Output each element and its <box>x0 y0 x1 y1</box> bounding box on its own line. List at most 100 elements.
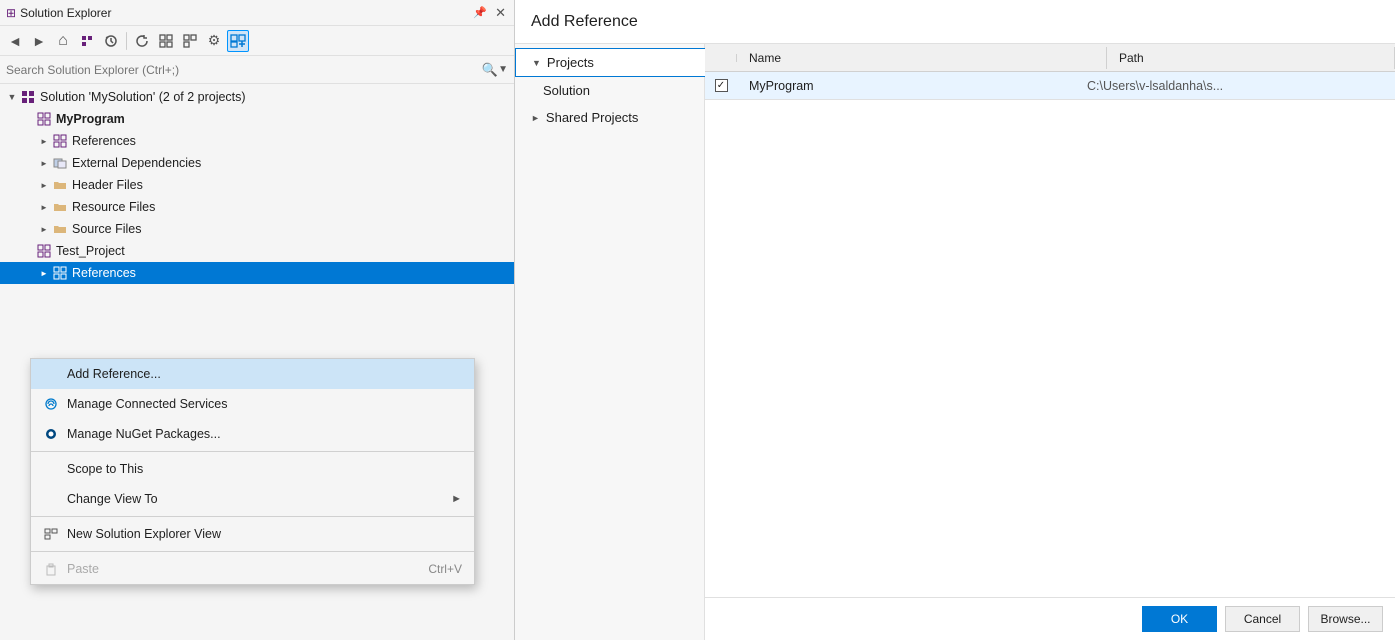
ar-table-header: Name Path <box>705 44 1395 72</box>
tree-item-references-1[interactable]: ► References <box>0 130 514 152</box>
ar-checkbox-myprogram[interactable]: ✓ <box>715 79 728 92</box>
ar-th-checkbox <box>705 54 737 62</box>
context-menu: Add Reference... Manage Connected Servic… <box>30 358 475 585</box>
search-input[interactable] <box>6 63 482 77</box>
ar-content: Name Path ✓ MyProgram C:\Users\v-lsaldan… <box>705 44 1395 640</box>
se-toolbar: ◄ ► ⌂ ⚙ <box>0 26 514 56</box>
search-dropdown-icon[interactable]: ▼ <box>498 64 508 75</box>
ar-table: Name Path ✓ MyProgram C:\Users\v-lsaldan… <box>705 44 1395 321</box>
ctx-change-view[interactable]: Change View To ► <box>31 484 474 514</box>
refresh-button[interactable] <box>131 30 153 52</box>
ok-button[interactable]: OK <box>1142 606 1217 632</box>
back-button[interactable]: ◄ <box>4 30 26 52</box>
testproject-label: Test_Project <box>56 244 125 258</box>
ctx-change-view-label: Change View To <box>67 492 443 506</box>
ctx-paste: Paste Ctrl+V <box>31 554 474 584</box>
vs-button[interactable] <box>76 30 98 52</box>
resource-folder-icon <box>52 199 68 215</box>
ctx-scope[interactable]: Scope to This <box>31 454 474 484</box>
solution-explorer-panel: ⊞ Solution Explorer 📌 ✕ ◄ ► ⌂ ⚙ <box>0 0 515 640</box>
ctx-add-reference[interactable]: Add Reference... <box>31 359 474 389</box>
ctx-separator-1 <box>31 451 474 452</box>
tree-item-resource-files[interactable]: ► Resource Files <box>0 196 514 218</box>
source-arrow: ► <box>36 225 52 234</box>
testproject-icon <box>36 243 52 259</box>
ar-table-row[interactable]: ✓ MyProgram C:\Users\v-lsaldanha\s... <box>705 72 1395 100</box>
ar-th-path[interactable]: Path <box>1107 47 1395 69</box>
myprogram-label: MyProgram <box>56 112 125 126</box>
solution-arrow: ▼ <box>4 92 20 102</box>
se-title-bar: ⊞ Solution Explorer 📌 ✕ <box>0 0 514 26</box>
tree-item-testproject[interactable]: Test_Project <box>0 240 514 262</box>
ar-td-checkbox[interactable]: ✓ <box>705 79 737 92</box>
history-button[interactable] <box>100 30 122 52</box>
ar-nav-projects-label: Projects <box>547 55 594 70</box>
add-reference-title: Add Reference <box>515 0 1395 44</box>
paste-icon <box>43 561 59 577</box>
header-arrow: ► <box>36 181 52 190</box>
extdeps-icon <box>52 155 68 171</box>
source-files-label: Source Files <box>72 222 141 236</box>
scope-icon <box>43 461 59 477</box>
myprogram-icon <box>36 111 52 127</box>
ar-nav-shared-projects[interactable]: ► Shared Projects <box>515 104 704 131</box>
ctx-nuget[interactable]: Manage NuGet Packages... <box>31 419 474 449</box>
tree-item-references-2[interactable]: ► References <box>0 262 514 284</box>
new-se-icon <box>43 526 59 542</box>
ar-bottom-buttons: OK Cancel Browse... <box>705 597 1395 640</box>
search-icon: 🔍 <box>482 62 498 78</box>
ctx-connected-services[interactable]: Manage Connected Services <box>31 389 474 419</box>
resource-files-label: Resource Files <box>72 200 155 214</box>
change-view-arrow: ► <box>451 493 462 505</box>
ctx-add-reference-label: Add Reference... <box>67 367 462 381</box>
ar-td-name: MyProgram <box>737 75 1075 97</box>
ref1-label: References <box>72 134 136 148</box>
sync-button[interactable] <box>179 30 201 52</box>
tree-item-myprogram[interactable]: MyProgram <box>0 108 514 130</box>
source-folder-icon <box>52 221 68 237</box>
ar-empty-space <box>705 321 1395 598</box>
ctx-separator-3 <box>31 551 474 552</box>
solution-explorer-icon: ⊞ <box>6 6 16 20</box>
forward-button[interactable]: ► <box>28 30 50 52</box>
change-view-icon <box>43 491 59 507</box>
ctx-separator-2 <box>31 516 474 517</box>
ref1-icon <box>52 133 68 149</box>
ref1-arrow: ► <box>36 137 52 146</box>
cancel-button[interactable]: Cancel <box>1225 606 1300 632</box>
ar-sidebar: ▼ Projects Solution ► Shared Projects <box>515 44 705 640</box>
se-title-icons: 📌 ✕ <box>471 4 508 22</box>
home-button[interactable]: ⌂ <box>52 30 74 52</box>
close-icon[interactable]: ✕ <box>493 4 508 22</box>
ar-nav-shared-label: Shared Projects <box>546 110 639 125</box>
tree-item-ext-deps[interactable]: ► External Dependencies <box>0 152 514 174</box>
add-ref-icon <box>43 366 59 382</box>
connected-services-icon <box>43 396 59 412</box>
projects-arrow: ▼ <box>532 58 541 68</box>
ar-th-name[interactable]: Name <box>737 47 1107 69</box>
ctx-new-se-label: New Solution Explorer View <box>67 527 462 541</box>
pin-icon[interactable]: 📌 <box>471 5 489 20</box>
extdeps-label: External Dependencies <box>72 156 201 170</box>
ctx-new-se-view[interactable]: New Solution Explorer View <box>31 519 474 549</box>
ctx-paste-label: Paste <box>67 562 420 576</box>
solution-label: Solution 'MySolution' (2 of 2 projects) <box>40 90 246 104</box>
ctx-connected-services-label: Manage Connected Services <box>67 397 462 411</box>
header-files-label: Header Files <box>72 178 143 192</box>
ref2-icon <box>52 265 68 281</box>
properties-button[interactable]: ⚙ <box>203 30 225 52</box>
shared-projects-arrow: ► <box>531 113 540 123</box>
ar-td-path: C:\Users\v-lsaldanha\s... <box>1075 75 1395 97</box>
collapse-button[interactable] <box>155 30 177 52</box>
se-title-label: Solution Explorer <box>20 6 111 20</box>
se-title-text: ⊞ Solution Explorer <box>6 6 111 20</box>
ctx-scope-label: Scope to This <box>67 462 462 476</box>
ctx-nuget-label: Manage NuGet Packages... <box>67 427 462 441</box>
browse-button[interactable]: Browse... <box>1308 606 1383 632</box>
ar-nav-projects[interactable]: ▼ Projects <box>515 48 705 77</box>
new-view-button[interactable] <box>227 30 249 52</box>
tree-item-header-files[interactable]: ► Header Files <box>0 174 514 196</box>
tree-item-solution[interactable]: ▼ Solution 'MySolution' (2 of 2 projects… <box>0 86 514 108</box>
tree-item-source-files[interactable]: ► Source Files <box>0 218 514 240</box>
ar-nav-solution[interactable]: Solution <box>515 77 704 104</box>
